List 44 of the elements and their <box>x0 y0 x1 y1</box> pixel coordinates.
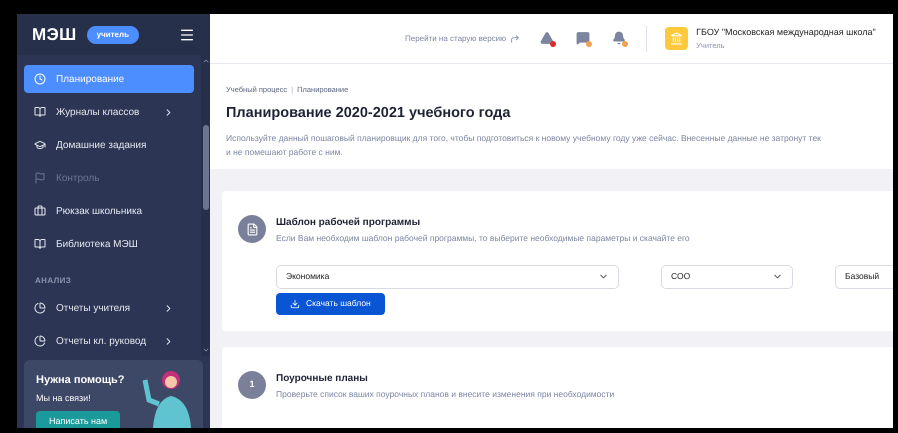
section-heading: АНАЛИЗ <box>34 275 72 287</box>
help-subtitle: Мы на связи! <box>36 392 92 404</box>
nav-item[interactable]: Библиотека МЭШ <box>24 230 194 258</box>
nav-item[interactable]: Журналы классов <box>24 98 194 126</box>
help-title: Нужна помощь? <box>36 373 126 388</box>
dropdown-select[interactable]: Экономика <box>276 264 619 289</box>
step-title: Поурочные планы <box>276 372 369 386</box>
logo: МЭШ <box>32 24 77 46</box>
pie-chart-icon <box>34 335 46 347</box>
old-version-link[interactable]: Перейти на старую версию <box>405 32 506 44</box>
nav-item[interactable]: Домашние задания <box>24 131 194 159</box>
role-badge: учитель <box>86 26 140 44</box>
card-title: Шаблон рабочей программы <box>276 216 422 230</box>
clock-icon <box>34 73 46 85</box>
download-template-button[interactable]: Скачать шаблон <box>276 292 385 315</box>
graduation-cap-icon <box>34 139 46 151</box>
school-name: ГБОУ "Московская международная школа" <box>696 26 876 40</box>
flag-icon <box>34 172 46 184</box>
bell-icon[interactable] <box>612 30 626 44</box>
description-line: Используйте данный пошаговый планировщик для того, чтобы подготовиться к новому учебному году уже сейчас. Внесенные данные не затронут тек <box>226 132 822 145</box>
scrollbar[interactable] <box>201 55 210 356</box>
step-subtitle: Проверьте список ваших поурочных планов и внесите изменения при необходимости <box>276 388 614 401</box>
chat-icon[interactable] <box>576 30 590 44</box>
nav-item[interactable]: Отчеты кл. руковод <box>24 327 194 355</box>
download-icon <box>290 298 300 309</box>
dropdown-select[interactable]: Базовый <box>835 264 893 289</box>
building-icon <box>670 32 684 45</box>
step-number: 1 <box>238 371 266 399</box>
open-book-icon <box>34 238 46 250</box>
menu-icon[interactable] <box>179 26 195 42</box>
description-line: и не помешают работе с ним. <box>226 146 344 159</box>
page-title: Планирование 2020-2021 учебного года <box>226 104 512 124</box>
pie-chart-icon <box>34 302 46 314</box>
document-icon <box>246 222 258 236</box>
book-icon <box>34 106 46 118</box>
nav-item[interactable]: Отчеты учителя <box>24 294 194 322</box>
scroll-up-icon[interactable] <box>202 57 210 65</box>
briefcase-icon <box>34 205 46 217</box>
arrow-icon <box>510 34 520 44</box>
scroll-down-icon[interactable] <box>202 346 210 354</box>
alert-icon[interactable] <box>540 30 554 44</box>
card-subtitle: Если Вам необходим шаблон рабочей программы, то выберите необходимые параметры и скачайте его <box>276 232 691 245</box>
nav-item[interactable]: Рюкзак школьника <box>24 197 194 225</box>
dropdown-select[interactable]: СОО <box>661 264 793 289</box>
